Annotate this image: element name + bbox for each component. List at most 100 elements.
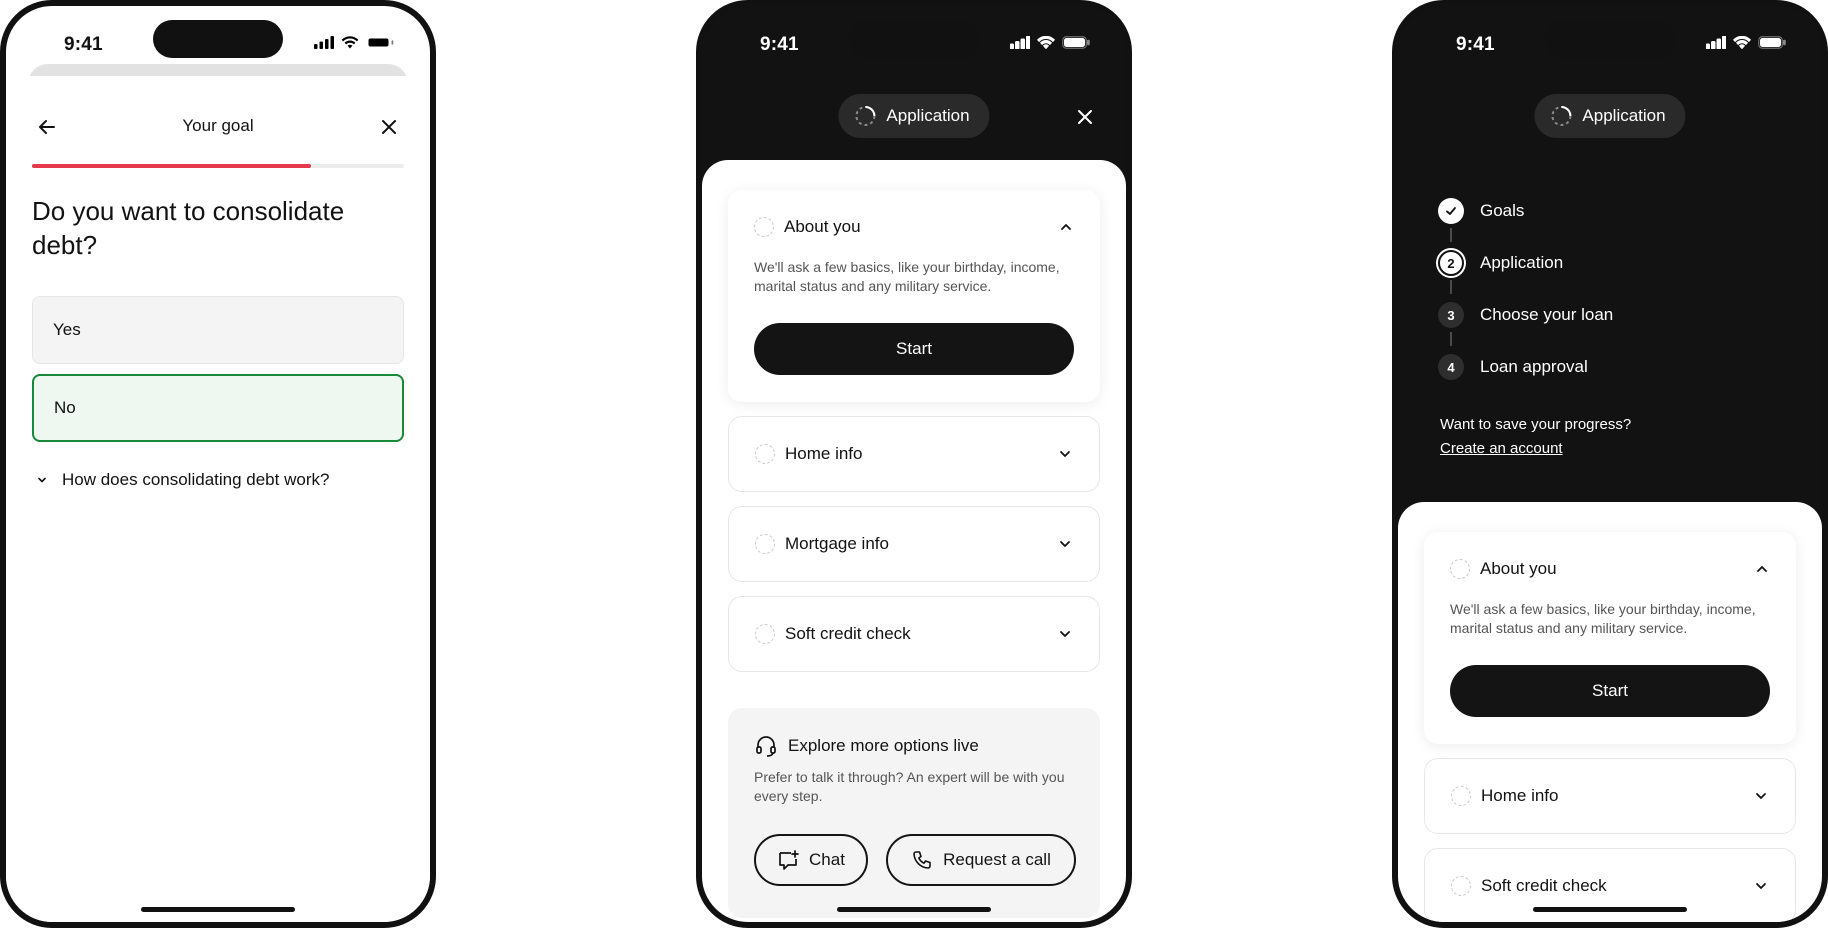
- status-ring-icon: [755, 534, 775, 554]
- status-icons: [1010, 36, 1090, 49]
- step-application: 2 Application: [1438, 250, 1563, 276]
- chevron-down-icon: [1756, 793, 1766, 799]
- step-label: Application: [1480, 253, 1564, 272]
- step-label: Goals: [1480, 201, 1525, 220]
- chevron-down-icon: [1060, 541, 1070, 547]
- chevron-down-icon: [38, 477, 46, 483]
- phone-goal-screen: 9:41 Your goal Do you want to consolidat…: [0, 0, 436, 928]
- progress-bar: [32, 164, 404, 168]
- check-icon: [1438, 198, 1464, 224]
- option-yes[interactable]: Yes: [32, 296, 404, 364]
- status-icons: [1706, 36, 1786, 49]
- goal-sheet: Your goal Do you want to consolidate deb…: [6, 76, 430, 922]
- phone-application-screen: 9:41 Application About you We'll ask a f…: [696, 0, 1132, 928]
- chat-label: Chat: [809, 850, 845, 869]
- status-time: 9:41: [1456, 34, 1495, 55]
- section-description: We'll ask a few basics, like your birthd…: [1450, 601, 1756, 636]
- application-pill: Application: [1534, 94, 1686, 138]
- dynamic-island: [849, 20, 979, 58]
- application-pill: Application: [838, 94, 990, 138]
- dynamic-island: [1545, 20, 1675, 58]
- status-icons: [314, 36, 394, 49]
- wifi-icon: [1037, 36, 1055, 49]
- signal-icon: [1010, 36, 1030, 49]
- pill-label: Application: [1582, 106, 1666, 125]
- status-time: 9:41: [760, 34, 799, 55]
- page-title: Your goal: [182, 116, 254, 135]
- battery-icon: [1758, 36, 1786, 49]
- status-ring-icon: [754, 217, 774, 237]
- option-no[interactable]: No: [32, 374, 404, 442]
- status-ring-icon: [755, 444, 775, 464]
- status-ring-icon: [1451, 876, 1471, 896]
- section-header[interactable]: Home info: [1451, 759, 1769, 833]
- phone-icon: [913, 851, 931, 869]
- section-title: Soft credit check: [785, 624, 911, 643]
- option-label: Yes: [53, 320, 81, 339]
- explore-header: Explore more options live: [754, 734, 979, 758]
- loading-spinner-icon: [855, 106, 876, 126]
- close-icon[interactable]: [1074, 106, 1096, 128]
- signal-icon: [314, 36, 334, 49]
- dynamic-island: [153, 20, 283, 58]
- step-number: 3: [1438, 302, 1464, 328]
- faq-toggle[interactable]: How does consolidating debt work?: [36, 470, 329, 490]
- faq-label: How does consolidating debt work?: [62, 470, 330, 489]
- close-icon[interactable]: [374, 112, 404, 142]
- phone-progress-screen: 9:41 Application Goals 2 Application 3 C…: [1392, 0, 1828, 928]
- section-card-about-you: About you We'll ask a few basics, like y…: [728, 190, 1100, 402]
- request-call-button[interactable]: Request a call: [886, 834, 1076, 886]
- battery-icon: [1062, 36, 1090, 49]
- create-account-link[interactable]: Create an account: [1440, 440, 1563, 457]
- section-header[interactable]: About you: [754, 188, 1074, 266]
- section-description: We'll ask a few basics, like your birthd…: [754, 259, 1060, 294]
- step-connector: [1450, 280, 1452, 294]
- section-title: Home info: [785, 444, 863, 463]
- sections-sheet: About you We'll ask a few basics, like y…: [702, 160, 1126, 922]
- section-title: About you: [784, 217, 861, 236]
- status-ring-icon: [1451, 786, 1471, 806]
- step-label: Loan approval: [1480, 357, 1588, 376]
- chevron-down-icon: [1060, 631, 1070, 637]
- section-title: Soft credit check: [1481, 876, 1607, 895]
- step-number: 4: [1438, 354, 1464, 380]
- section-card-home-info[interactable]: Home info: [728, 416, 1100, 492]
- start-button[interactable]: Start: [1450, 665, 1770, 717]
- section-card-soft-credit-check[interactable]: Soft credit check: [728, 596, 1100, 672]
- chevron-up-icon: [1061, 224, 1071, 230]
- section-header[interactable]: Home info: [755, 417, 1073, 491]
- step-connector: [1450, 228, 1452, 242]
- section-title: Mortgage info: [785, 534, 889, 553]
- wifi-icon: [1733, 36, 1751, 49]
- section-card-about-you: About you We'll ask a few basics, like y…: [1424, 532, 1796, 744]
- section-header[interactable]: Mortgage info: [755, 507, 1073, 581]
- section-card-home-info[interactable]: Home info: [1424, 758, 1796, 834]
- step-goals: Goals: [1438, 198, 1524, 224]
- explore-title: Explore more options live: [788, 736, 979, 755]
- chat-button[interactable]: Chat: [754, 834, 868, 886]
- chevron-up-icon: [1757, 566, 1767, 572]
- nav-bar: Your goal: [6, 112, 430, 142]
- explore-panel: Explore more options live Prefer to talk…: [728, 708, 1100, 918]
- chevron-down-icon: [1060, 451, 1070, 457]
- loading-spinner-icon: [1551, 106, 1572, 126]
- chat-icon: [779, 850, 799, 870]
- status-time: 9:41: [64, 34, 103, 55]
- section-card-mortgage-info[interactable]: Mortgage info: [728, 506, 1100, 582]
- step-connector: [1450, 332, 1452, 346]
- step-number: 2: [1438, 250, 1464, 276]
- section-card-soft-credit-check[interactable]: Soft credit check: [1424, 848, 1796, 922]
- step-loan-approval: 4 Loan approval: [1438, 354, 1588, 380]
- section-header[interactable]: About you: [1450, 530, 1770, 608]
- save-progress-prompt: Want to save your progress?: [1440, 416, 1632, 433]
- section-header[interactable]: Soft credit check: [755, 597, 1073, 671]
- explore-description: Prefer to talk it through? An expert wil…: [754, 769, 1065, 804]
- pill-label: Application: [886, 106, 970, 125]
- section-title: Home info: [1481, 786, 1559, 805]
- sections-sheet: About you We'll ask a few basics, like y…: [1398, 502, 1822, 922]
- signal-icon: [1706, 36, 1726, 49]
- home-indicator: [1533, 907, 1687, 912]
- section-title: About you: [1480, 559, 1557, 578]
- start-button[interactable]: Start: [754, 323, 1074, 375]
- battery-icon: [368, 38, 394, 47]
